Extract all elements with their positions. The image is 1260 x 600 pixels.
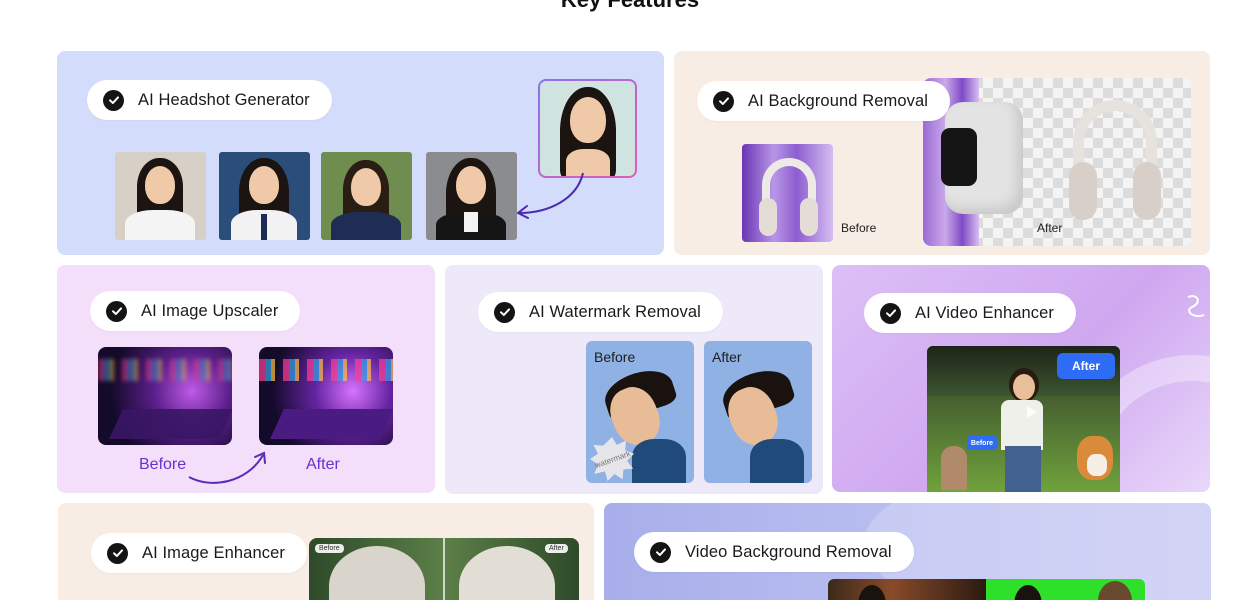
check-icon (880, 302, 901, 324)
headshot-result-3 (321, 152, 412, 240)
check-icon (650, 541, 671, 563)
bg-removal-card[interactable]: After Before AI Background Removal (674, 51, 1210, 255)
check-icon (713, 90, 734, 112)
image-enhancer-after-badge: After (545, 544, 568, 553)
bg-removal-label: AI Background Removal (748, 91, 929, 110)
image-enhancer-card[interactable]: Before After AI Image Enhancer (58, 503, 594, 600)
video-enhancer-label: AI Video Enhancer (915, 303, 1054, 322)
image-enhancer-label: AI Image Enhancer (142, 543, 285, 562)
video-enhancer-after-badge: After (1057, 353, 1115, 379)
image-enhancer-pill[interactable]: AI Image Enhancer (91, 533, 307, 573)
image-enhancer-before-badge: Before (315, 544, 344, 553)
curved-arrow-icon (188, 451, 266, 484)
upscaler-pill[interactable]: AI Image Upscaler (90, 291, 301, 331)
check-icon (494, 301, 515, 323)
video-enhancer-before-badge: Before (967, 436, 997, 450)
upscaler-card[interactable]: AI Image Upscaler Before After (57, 265, 435, 493)
video-bg-removal-card[interactable]: Video Background Removal (604, 503, 1211, 600)
headshot-pill[interactable]: AI Headshot Generator (87, 80, 332, 120)
bg-removal-pill[interactable]: AI Background Removal (697, 81, 951, 121)
bg-removal-before-image (742, 144, 833, 242)
upscaler-after-label: After (306, 456, 340, 473)
watermark-after-image: After (704, 341, 812, 483)
bg-removal-before-caption: Before (841, 221, 877, 235)
headshot-label: AI Headshot Generator (138, 90, 310, 109)
watermark-card[interactable]: AI Watermark Removal watermark Before Af… (445, 265, 823, 494)
video-bg-removal-pill[interactable]: Video Background Removal (634, 532, 914, 572)
headshot-result-4 (426, 152, 517, 240)
watermark-label: AI Watermark Removal (529, 302, 701, 321)
watermark-before-tag: Before (594, 349, 636, 365)
curved-arrow-icon (516, 172, 584, 219)
check-icon (106, 300, 127, 322)
video-enhancer-preview[interactable]: After Before (927, 346, 1120, 492)
bg-removal-after-caption: After (1037, 221, 1063, 235)
headshot-result-2 (219, 152, 310, 240)
video-enhancer-pill[interactable]: AI Video Enhancer (864, 293, 1076, 333)
check-icon (107, 542, 128, 564)
watermark-before-image: watermark Before (586, 341, 694, 483)
squiggle-decoration (1187, 295, 1205, 317)
check-icon (103, 89, 124, 111)
upscaler-before-label: Before (139, 456, 187, 473)
video-bg-removal-label: Video Background Removal (685, 542, 892, 561)
upscaler-before-image (98, 347, 232, 445)
video-enhancer-card[interactable]: AI Video Enhancer After Before (832, 265, 1210, 492)
headshot-result-1 (115, 152, 206, 240)
upscaler-after-image (259, 347, 393, 445)
headshot-card[interactable]: AI Headshot Generator (57, 51, 664, 255)
section-title: Key Features (0, 0, 1260, 14)
upscaler-label: AI Image Upscaler (141, 301, 279, 320)
watermark-after-tag: After (712, 349, 742, 365)
video-bg-removal-preview (828, 579, 1145, 600)
image-enhancer-preview: Before After (309, 538, 579, 600)
source-portrait (538, 79, 637, 178)
watermark-pill[interactable]: AI Watermark Removal (478, 292, 723, 332)
play-icon[interactable] (1027, 406, 1037, 418)
